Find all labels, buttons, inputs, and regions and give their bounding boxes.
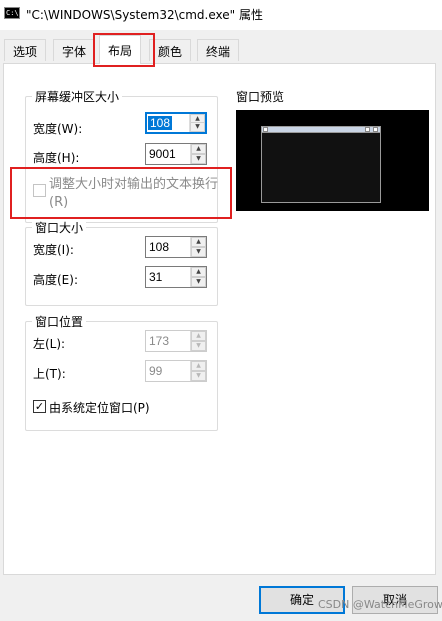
tab-options[interactable]: 选项 bbox=[4, 39, 47, 61]
buffer-width-value[interactable]: 108 bbox=[148, 116, 173, 130]
buffer-height-value[interactable]: 9001 bbox=[149, 147, 176, 161]
chevron-down-icon[interactable]: ▼ bbox=[191, 371, 206, 381]
title-bar: C:\ "C:\WINDOWS\System32\cmd.exe" 属性 bbox=[0, 0, 442, 30]
chevron-up-icon[interactable]: ▲ bbox=[191, 331, 206, 341]
window-height-label: 高度(E): bbox=[33, 273, 78, 287]
window-preview bbox=[236, 110, 429, 211]
position-top-value[interactable]: 99 bbox=[149, 364, 162, 378]
system-position-checkbox[interactable]: ✓ bbox=[33, 400, 46, 413]
window-width-spin-buttons: ▲ ▼ bbox=[190, 237, 206, 257]
position-left-spinner[interactable]: 173 ▲ ▼ bbox=[145, 330, 207, 352]
preview-icon bbox=[263, 127, 268, 132]
position-top-label: 上(T): bbox=[33, 367, 66, 381]
cmd-icon: C:\ bbox=[4, 7, 20, 19]
chevron-up-icon[interactable]: ▲ bbox=[191, 361, 206, 371]
tab-font[interactable]: 字体 bbox=[53, 39, 96, 61]
chevron-down-icon[interactable]: ▼ bbox=[190, 122, 205, 132]
window-size-group-label: 窗口大小 bbox=[32, 219, 87, 236]
window-position-group-label: 窗口位置 bbox=[32, 313, 87, 330]
buffer-width-spinner[interactable]: 108 ▲ ▼ bbox=[145, 112, 207, 134]
window-height-spin-buttons: ▲ ▼ bbox=[190, 267, 206, 287]
position-left-value[interactable]: 173 bbox=[149, 334, 169, 348]
buffer-height-spin-buttons: ▲ ▼ bbox=[190, 144, 206, 164]
preview-title-bar bbox=[262, 127, 380, 133]
layout-panel: 屏幕缓冲区大小 宽度(W): 108 ▲ ▼ 高度(H): 9001 ▲ ▼ 调… bbox=[3, 63, 436, 575]
chevron-up-icon[interactable]: ▲ bbox=[191, 144, 206, 154]
preview-close-icon bbox=[373, 127, 378, 132]
chevron-up-icon[interactable]: ▲ bbox=[191, 237, 206, 247]
position-left-spin-buttons: ▲ ▼ bbox=[190, 331, 206, 351]
tab-colors[interactable]: 颜色 bbox=[149, 39, 192, 61]
position-left-label: 左(L): bbox=[33, 337, 66, 351]
tab-terminal[interactable]: 终端 bbox=[197, 39, 240, 61]
checkmark-icon: ✓ bbox=[34, 400, 45, 413]
position-top-spin-buttons: ▲ ▼ bbox=[190, 361, 206, 381]
preview-console-window bbox=[261, 126, 381, 203]
tab-strip: 选项 字体 布局 颜色 终端 bbox=[0, 30, 442, 64]
buffer-size-group-label: 屏幕缓冲区大小 bbox=[32, 88, 123, 105]
position-top-spinner[interactable]: 99 ▲ ▼ bbox=[145, 360, 207, 382]
buffer-height-label: 高度(H): bbox=[33, 151, 80, 165]
tab-layout[interactable]: 布局 bbox=[99, 35, 142, 64]
window-height-value[interactable]: 31 bbox=[149, 270, 162, 284]
buffer-width-label: 宽度(W): bbox=[33, 122, 83, 136]
window-height-spinner[interactable]: 31 ▲ ▼ bbox=[145, 266, 207, 288]
window-title: "C:\WINDOWS\System32\cmd.exe" 属性 bbox=[26, 8, 263, 22]
watermark: CSDN @WatchMeGrow bbox=[318, 598, 442, 611]
wrap-text-checkbox[interactable] bbox=[33, 184, 46, 197]
chevron-down-icon[interactable]: ▼ bbox=[191, 277, 206, 287]
chevron-down-icon[interactable]: ▼ bbox=[191, 154, 206, 164]
buffer-height-spinner[interactable]: 9001 ▲ ▼ bbox=[145, 143, 207, 165]
window-width-spinner[interactable]: 108 ▲ ▼ bbox=[145, 236, 207, 258]
wrap-text-label: 调整大小时对输出的文本换行(R) bbox=[49, 177, 219, 210]
window-width-value[interactable]: 108 bbox=[149, 240, 169, 254]
system-position-label: 由系统定位窗口(P) bbox=[49, 401, 150, 415]
buffer-width-spin-buttons: ▲ ▼ bbox=[189, 114, 205, 132]
window-width-label: 宽度(I): bbox=[33, 243, 74, 257]
preview-minimize-icon bbox=[365, 127, 370, 132]
chevron-down-icon[interactable]: ▼ bbox=[191, 247, 206, 257]
chevron-down-icon[interactable]: ▼ bbox=[191, 341, 206, 351]
chevron-up-icon[interactable]: ▲ bbox=[191, 267, 206, 277]
window-preview-label: 窗口预览 bbox=[236, 90, 285, 104]
